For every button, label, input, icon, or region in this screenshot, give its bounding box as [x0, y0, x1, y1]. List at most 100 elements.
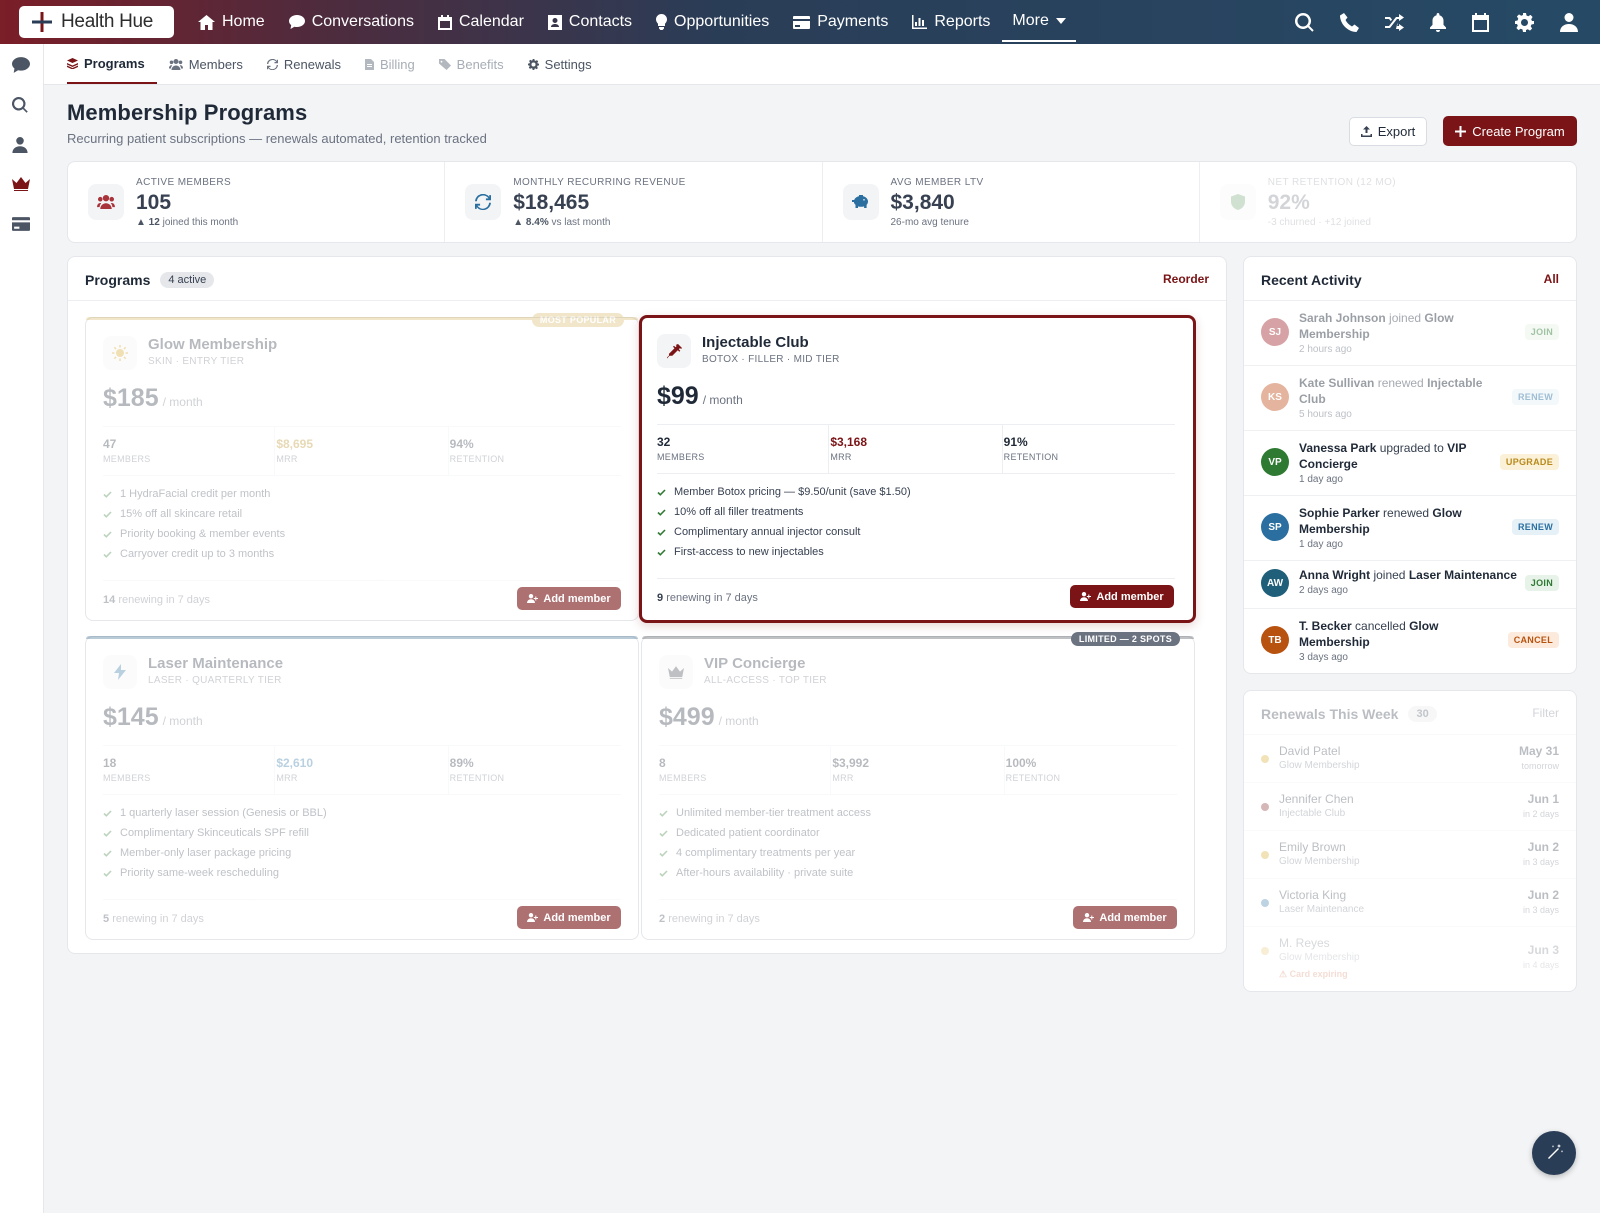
renewal-item[interactable]: Victoria King Laser Maintenance Jun 2 in… — [1244, 879, 1576, 927]
check-icon — [103, 510, 112, 518]
metric-label: MEMBERS — [103, 773, 151, 783]
renewal-item[interactable]: David Patel Glow Membership May 31 tomor… — [1244, 735, 1576, 783]
bell-icon[interactable] — [1430, 12, 1446, 32]
feature-list: 1 quarterly laser session (Genesis or BB… — [103, 803, 327, 883]
tab-members[interactable]: Members — [157, 44, 255, 84]
stat-sub: vs last month — [551, 217, 611, 228]
renewals-filter-link[interactable]: Filter — [1532, 706, 1559, 720]
sidebar-item-memberships[interactable] — [12, 177, 32, 197]
nav-calendar[interactable]: Calendar — [426, 0, 536, 44]
renewal-name: M. Reyes — [1279, 936, 1330, 950]
recent-activity-panel: Recent Activity All SJ Sarah Johnson joi… — [1243, 256, 1577, 674]
tab-benefits[interactable]: Benefits — [427, 44, 516, 84]
activity-target: Laser Maintenance — [1408, 568, 1517, 582]
renewal-program: Glow Membership — [1279, 856, 1360, 867]
user-icon[interactable] — [1560, 12, 1578, 32]
renewal-item[interactable]: M. Reyes Glow Membership ⚠ Card expiring… — [1244, 927, 1576, 991]
metric-members: 18 — [103, 756, 117, 770]
program-card-laser[interactable]: Laser Maintenance LASER · QUARTERLY TIER… — [85, 636, 639, 940]
syringe-icon — [657, 334, 691, 368]
search-icon — [12, 97, 28, 113]
lightbulb-icon — [656, 14, 668, 30]
tab-programs-label: Programs — [84, 55, 145, 71]
metric-mrr: $2,610 — [276, 756, 314, 770]
add-member-button[interactable]: Add member — [1073, 906, 1177, 929]
sidebar-item-contacts[interactable] — [12, 137, 32, 157]
nav-contacts[interactable]: Contacts — [536, 0, 644, 44]
renewing-text: renewing in 7 days — [112, 913, 204, 925]
gear-icon[interactable] — [1515, 12, 1534, 32]
metric-label: MEMBERS — [659, 773, 707, 783]
reorder-link[interactable]: Reorder — [1163, 272, 1209, 286]
program-card-glow[interactable]: MOST POPULAR Glow Membership SKIN · ENTR… — [85, 313, 639, 621]
activity-person: Sarah Johnson — [1299, 311, 1386, 325]
metric-retention: 94% — [449, 437, 474, 451]
metric-retention: 89% — [449, 756, 474, 770]
add-member-button[interactable]: Add member — [517, 587, 621, 610]
divider — [657, 578, 1175, 579]
activity-item[interactable]: VP Vanessa Park upgraded to VIP Concierg… — [1244, 431, 1576, 496]
program-subtitle: LASER · QUARTERLY TIER — [148, 675, 282, 686]
phone-icon[interactable] — [1340, 12, 1359, 32]
feature-text: Member-only laser package pricing — [120, 847, 292, 859]
activity-all-link[interactable]: All — [1544, 272, 1559, 286]
tab-settings[interactable]: Settings — [516, 44, 604, 84]
nav-reports[interactable]: Reports — [900, 0, 1002, 44]
sidebar-item-chat[interactable] — [12, 57, 32, 77]
feature-item: Dedicated patient coordinator — [659, 823, 871, 843]
metric-label: RETENTION — [1005, 773, 1061, 783]
activity-item[interactable]: AW Anna Wright joined Laser Maintenance 2… — [1244, 561, 1576, 609]
renewal-item[interactable]: Emily Brown Glow Membership Jun 2 in 3 d… — [1244, 831, 1576, 879]
app-logo[interactable]: Health Hue — [19, 6, 174, 38]
metric-label: MEMBERS — [103, 454, 151, 464]
activity-item[interactable]: SJ Sarah Johnson joined Glow Membership 2… — [1244, 301, 1576, 366]
activity-item[interactable]: KS Kate Sullivan renewed Injectable Club… — [1244, 366, 1576, 431]
feature-text: Complimentary Skinceuticals SPF refill — [120, 827, 309, 839]
check-icon — [103, 530, 112, 538]
stat-active-members: ACTIVE MEMBERS 105 ▲ 12 joined this mont… — [68, 162, 446, 242]
nav-more[interactable]: More — [1002, 2, 1076, 42]
activity-item[interactable]: TB T. Becker cancelled Glow Membership 3 … — [1244, 609, 1576, 674]
nav-conversations[interactable]: Conversations — [277, 0, 426, 44]
activity-action: renewed — [1377, 376, 1424, 390]
renewal-date: Jun 2 — [1527, 888, 1559, 902]
activity-time: 5 hours ago — [1299, 409, 1352, 420]
nav-payments[interactable]: Payments — [781, 0, 900, 44]
create-program-button[interactable]: Create Program — [1443, 116, 1577, 146]
check-icon — [103, 809, 112, 817]
feature-text: First-access to new injectables — [674, 546, 824, 558]
divider — [103, 580, 621, 581]
feature-item: 1 HydraFacial credit per month — [103, 484, 285, 504]
metric-label: RETENTION — [449, 454, 505, 464]
nav-opportunities[interactable]: Opportunities — [644, 0, 781, 44]
shuffle-icon[interactable] — [1385, 13, 1404, 31]
program-subtitle: SKIN · ENTRY TIER — [148, 356, 245, 367]
stat-value: 92% — [1267, 191, 1310, 214]
feature-text: Unlimited member-tier treatment access — [676, 807, 872, 819]
nav-home[interactable]: Home — [186, 0, 277, 44]
stat-label: NET RETENTION (12 MO) — [1267, 177, 1396, 188]
export-button[interactable]: Export — [1349, 117, 1427, 146]
program-card-vip[interactable]: VIP Concierge ALL-ACCESS · TOP TIER $499… — [641, 632, 1195, 940]
metric-label: MRR — [830, 452, 852, 462]
activity-item[interactable]: SP Sophie Parker renewed Glow Membership… — [1244, 496, 1576, 561]
calendar-icon[interactable] — [1472, 12, 1489, 32]
tab-renewals[interactable]: Renewals — [255, 44, 353, 84]
feature-item: Priority same-week rescheduling — [103, 863, 327, 883]
add-member-button[interactable]: Add member — [517, 906, 621, 929]
tab-programs[interactable]: Programs — [67, 44, 157, 84]
feature-text: 15% off all skincare retail — [120, 508, 243, 520]
add-member-button[interactable]: Add member — [1070, 585, 1174, 608]
tab-billing[interactable]: Billing — [353, 44, 427, 84]
search-icon[interactable] — [1295, 12, 1314, 32]
magic-wand-button[interactable] — [1532, 1131, 1576, 1175]
status-badge: RENEW — [1512, 389, 1559, 405]
renewal-item[interactable]: Jennifer Chen Injectable Club Jun 1 in 2… — [1244, 783, 1576, 831]
bar-chart-icon — [912, 15, 928, 29]
sidebar-item-search[interactable] — [12, 97, 32, 117]
sidebar-item-payments[interactable] — [12, 217, 32, 237]
program-card-injectable[interactable]: Injectable Club BOTOX · FILLER · MID TIE… — [639, 315, 1196, 623]
stat-sub: 26-mo avg tenure — [890, 217, 969, 228]
divider — [659, 899, 1177, 900]
feature-list: Unlimited member-tier treatment access D… — [659, 803, 871, 883]
